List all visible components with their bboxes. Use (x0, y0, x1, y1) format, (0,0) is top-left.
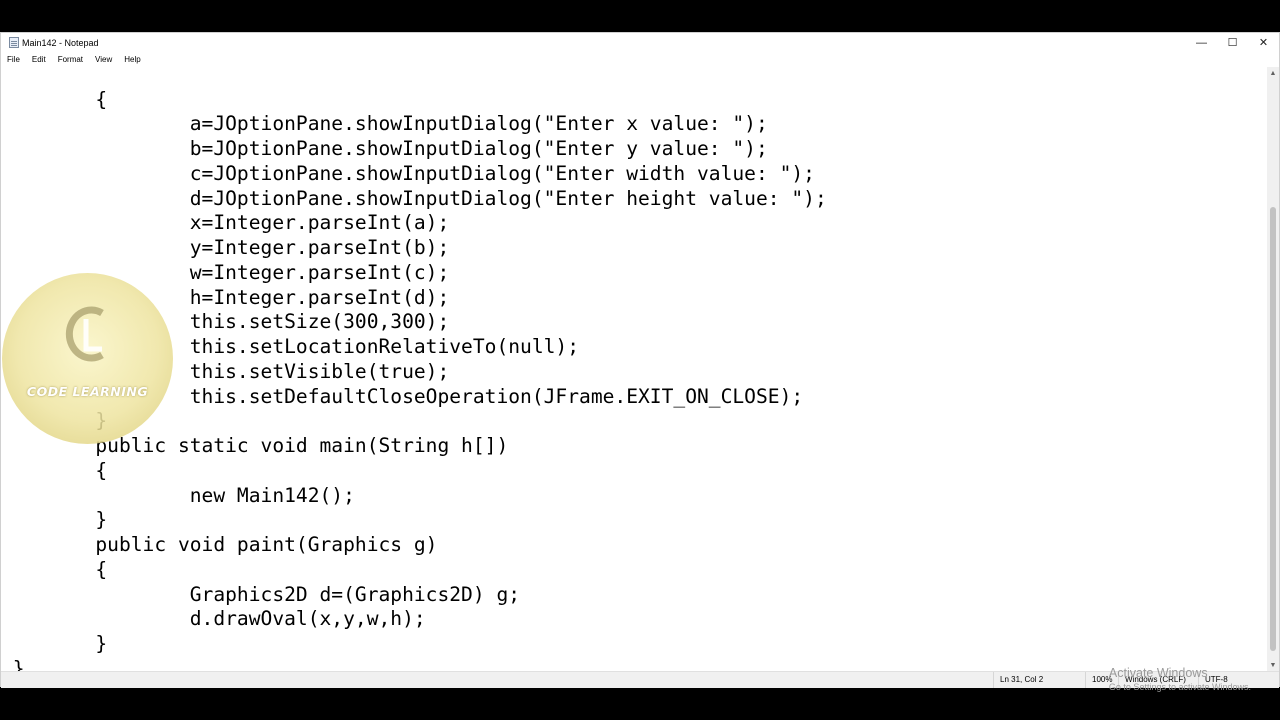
status-position: Ln 31, Col 2 (993, 672, 1043, 688)
code-line: { (1, 458, 108, 482)
activate-windows-title: Activate Windows (1108, 666, 1208, 680)
scrollbar-thumb[interactable] (1270, 207, 1276, 651)
title-bar: Main142 - Notepad — ☐ ✕ (1, 33, 1279, 52)
code-line: new Main142(); (1, 483, 355, 507)
code-line: a=JOptionPane.showInputDialog("Enter x v… (1, 112, 768, 136)
cl-logo-icon (65, 306, 104, 362)
code-line: y=Integer.parseInt(b); (1, 236, 450, 259)
code-line: public void paint(Graphics g) (1, 533, 438, 556)
menu-edit[interactable]: Edit (26, 55, 52, 64)
code-line: x=Integer.parseInt(a); (1, 211, 450, 235)
scroll-down-icon[interactable]: ▼ (1267, 659, 1279, 671)
code-line: } (1, 632, 108, 655)
menu-help[interactable]: Help (118, 55, 146, 64)
menu-bar: File Edit Format View Help (1, 52, 1279, 67)
menu-view[interactable]: View (89, 55, 118, 64)
window-title: Main142 - Notepad (22, 37, 99, 48)
code-line: b=JOptionPane.showInputDialog("Enter y v… (1, 137, 768, 160)
code-line: } (1, 508, 108, 532)
code-line: { (1, 87, 108, 111)
code-line: { (1, 557, 108, 581)
logo-text: CODE LEARNING (26, 384, 149, 399)
code-learning-logo: CODE LEARNING (2, 273, 173, 444)
activate-windows-watermark: Activate Windows Go to Settings to activ… (1109, 665, 1251, 693)
text-editor[interactable]: { a=JOptionPane.showInputDialog("Enter x… (1, 67, 1268, 671)
menu-format[interactable]: Format (52, 55, 89, 64)
code-line: } (1, 656, 25, 671)
vertical-scrollbar[interactable]: ▲ ▼ (1267, 67, 1279, 671)
status-bar: Ln 31, Col 2 100% Windows (CRLF) UTF-8 (1, 671, 1279, 688)
code-line: Graphics2D d=(Graphics2D) g; (1, 582, 521, 606)
close-button[interactable]: ✕ (1248, 33, 1279, 52)
code-line: c=JOptionPane.showInputDialog("Enter wid… (1, 161, 815, 185)
menu-file[interactable]: File (1, 55, 26, 64)
scroll-up-icon[interactable]: ▲ (1267, 67, 1279, 79)
notepad-app-icon (9, 37, 19, 48)
code-line: d=JOptionPane.showInputDialog("Enter hei… (1, 186, 827, 210)
notepad-window: Main142 - Notepad — ☐ ✕ File Edit Format… (0, 32, 1280, 692)
window-controls: — ☐ ✕ (1186, 33, 1279, 52)
minimize-button[interactable]: — (1186, 33, 1217, 52)
code-line: d.drawOval(x,y,w,h); (1, 607, 426, 631)
maximize-button[interactable]: ☐ (1217, 33, 1248, 52)
activate-windows-subtitle: Go to Settings to activate Windows. (1108, 682, 1251, 692)
